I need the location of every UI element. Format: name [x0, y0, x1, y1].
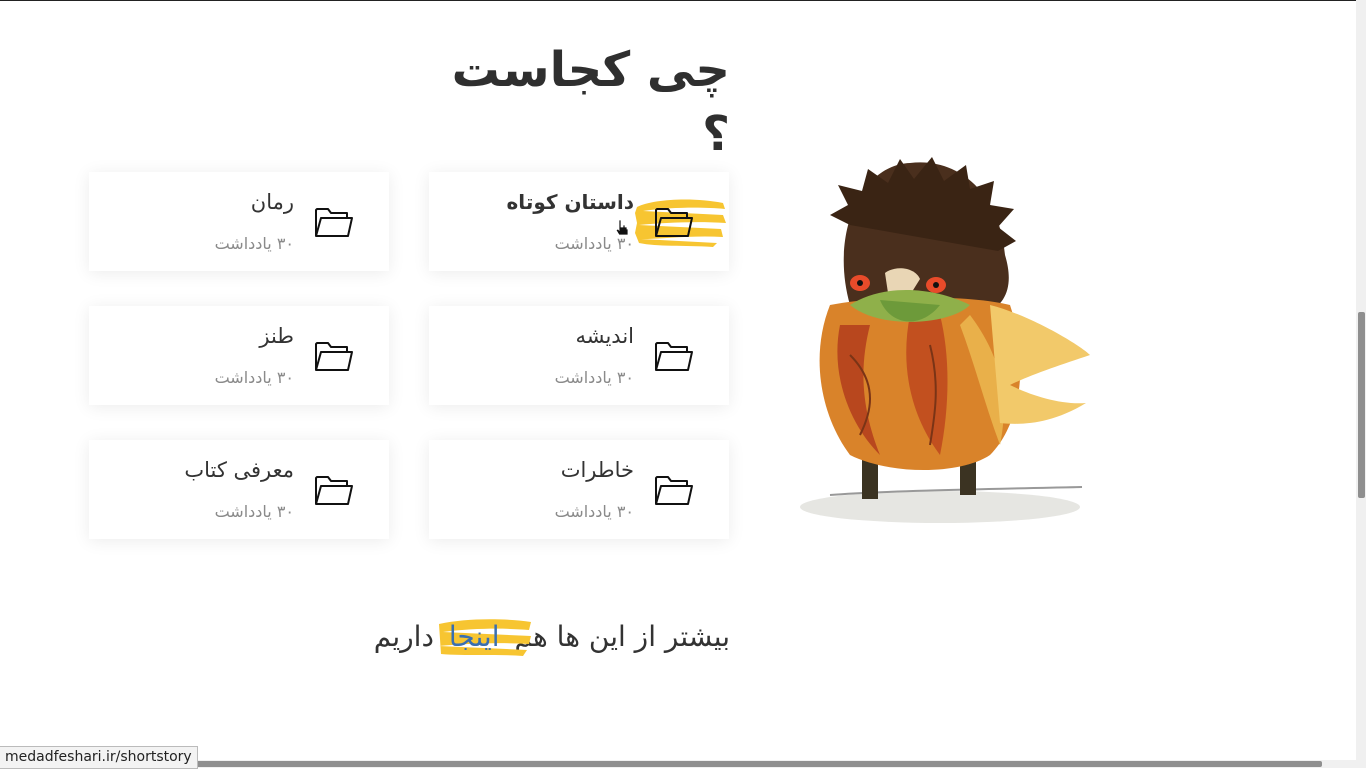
category-count: ۳۰ یادداشت — [214, 234, 294, 253]
page: چی کجاست ؟ داستان کوتاه ۳۰ یادداشت اندیش… — [0, 0, 1356, 760]
more-text-after: داریم — [373, 620, 443, 653]
more-link-wrap: اینجا — [438, 614, 531, 660]
folder-icon — [649, 336, 697, 376]
category-count: ۳۰ یادداشت — [214, 502, 294, 521]
category-name: رمان — [250, 190, 294, 214]
category-grid: داستان کوتاه ۳۰ یادداشت اندیشه ۳۰ یادداش… — [89, 172, 729, 540]
leaf-creature-illustration — [800, 157, 1090, 523]
category-card-memoirs[interactable]: خاطرات ۳۰ یادداشت — [429, 440, 729, 539]
category-name: اندیشه — [575, 324, 634, 348]
hand-cursor-icon — [615, 219, 629, 236]
folder-icon — [649, 470, 697, 510]
page-title: چی کجاست ؟ — [451, 42, 730, 162]
category-name: داستان کوتاه — [506, 190, 635, 214]
folder-icon — [649, 202, 697, 242]
category-card-thought[interactable]: اندیشه ۳۰ یادداشت — [429, 306, 729, 405]
category-count: ۳۰ یادداشت — [554, 368, 634, 387]
folder-icon — [309, 336, 357, 376]
category-card-novel[interactable]: رمان ۳۰ یادداشت — [89, 172, 389, 271]
status-bar-url: medadfeshari.ir/shortstory — [0, 746, 198, 769]
horizontal-scroll-thumb[interactable] — [180, 761, 1322, 767]
category-name: معرفی کتاب — [184, 458, 294, 482]
horizontal-scrollbar[interactable] — [0, 760, 1366, 768]
folder-icon — [309, 470, 357, 510]
category-count: ۳۰ یادداشت — [214, 368, 294, 387]
category-count: ۳۰ یادداشت — [554, 502, 634, 521]
category-card-satire[interactable]: طنز ۳۰ یادداشت — [89, 306, 389, 405]
here-link[interactable]: اینجا — [449, 620, 500, 653]
more-text-before: بیشتر از این ها هم — [505, 620, 730, 653]
folder-icon — [309, 202, 357, 242]
vertical-scrollbar[interactable] — [1356, 0, 1366, 760]
vertical-scroll-thumb[interactable] — [1358, 312, 1365, 498]
category-name: طنز — [259, 324, 294, 348]
category-name: خاطرات — [560, 458, 634, 482]
more-link-line: بیشتر از این ها هم اینجا داریم — [300, 614, 730, 660]
category-card-short-story[interactable]: داستان کوتاه ۳۰ یادداشت — [429, 172, 729, 271]
category-card-book-review[interactable]: معرفی کتاب ۳۰ یادداشت — [89, 440, 389, 539]
